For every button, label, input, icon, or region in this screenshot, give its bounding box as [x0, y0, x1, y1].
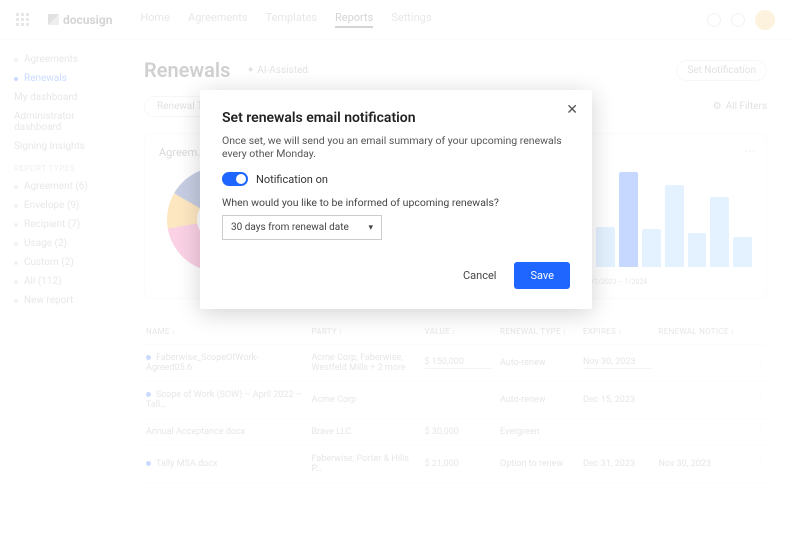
modal-description: Once set, we will send you an email summ… [222, 134, 570, 160]
modal-question: When would you like to be informed of up… [222, 196, 570, 209]
notification-toggle[interactable] [222, 172, 248, 186]
close-icon[interactable]: ✕ [566, 102, 578, 118]
toggle-label: Notification on [256, 173, 328, 186]
chevron-down-icon: ▾ [368, 223, 373, 233]
renewal-lead-time-select[interactable]: 30 days from renewal date ▾ [222, 215, 382, 240]
set-renewals-notification-modal: ✕ Set renewals email notification Once s… [200, 90, 592, 309]
save-button[interactable]: Save [514, 262, 570, 289]
modal-title: Set renewals email notification [222, 110, 570, 126]
cancel-button[interactable]: Cancel [455, 262, 504, 289]
